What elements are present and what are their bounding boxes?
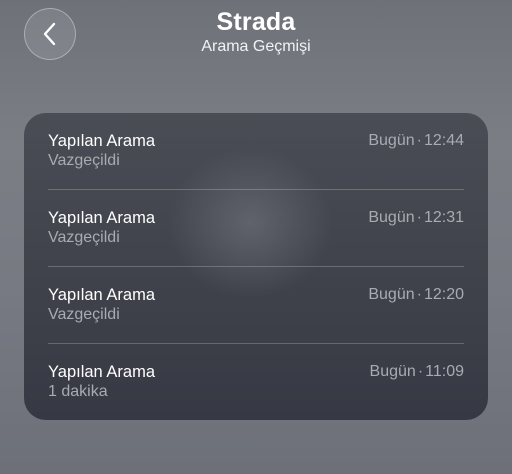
call-day: Bugün bbox=[368, 209, 415, 226]
call-history-card: Yapılan Arama Vazgeçildi Bugün · 12:44 Yap… bbox=[24, 113, 488, 420]
contact-name-title: Strada bbox=[216, 8, 296, 36]
call-row[interactable]: Yapılan Arama Vazgeçildi Bugün · 12:20 bbox=[24, 267, 488, 344]
call-clock: 11:09 bbox=[425, 363, 464, 380]
call-day: Bugün bbox=[368, 132, 415, 149]
time-separator: · bbox=[416, 209, 422, 226]
call-clock: 12:31 bbox=[423, 209, 464, 226]
call-row[interactable]: Yapılan Arama Vazgeçildi Bugün · 12:44 bbox=[24, 113, 488, 190]
time-separator: · bbox=[416, 286, 422, 303]
call-clock: 12:20 bbox=[423, 286, 464, 303]
call-day: Bugün bbox=[368, 286, 415, 303]
call-time: Bugün · 11:09 bbox=[370, 363, 464, 381]
call-status: 1 dakika bbox=[48, 383, 108, 400]
time-separator: · bbox=[416, 132, 422, 149]
call-clock: 12:44 bbox=[423, 132, 464, 149]
call-row[interactable]: Yapılan Arama Vazgeçildi Bugün · 12:31 bbox=[24, 190, 488, 267]
call-time: Bugün · 12:20 bbox=[368, 286, 464, 304]
call-day: Bugün bbox=[369, 363, 416, 380]
call-status: Vazgeçildi bbox=[48, 229, 120, 246]
call-type: Yapılan Arama bbox=[48, 209, 156, 227]
call-history-subtitle: Arama Geçmişi bbox=[201, 38, 311, 55]
time-separator: · bbox=[417, 363, 424, 380]
call-type: Yapılan Arama bbox=[48, 286, 156, 304]
call-type: Yapılan Arama bbox=[48, 363, 156, 381]
call-row[interactable]: Yapılan Arama 1 dakika Bugün · 11:09 bbox=[24, 344, 488, 420]
call-time: Bugün · 12:31 bbox=[368, 209, 464, 227]
call-time: Bugün · 12:44 bbox=[368, 132, 464, 150]
call-type: Yapılan Arama bbox=[48, 132, 156, 150]
call-status: Vazgeçildi bbox=[48, 152, 120, 169]
call-status: Vazgeçildi bbox=[48, 306, 120, 323]
